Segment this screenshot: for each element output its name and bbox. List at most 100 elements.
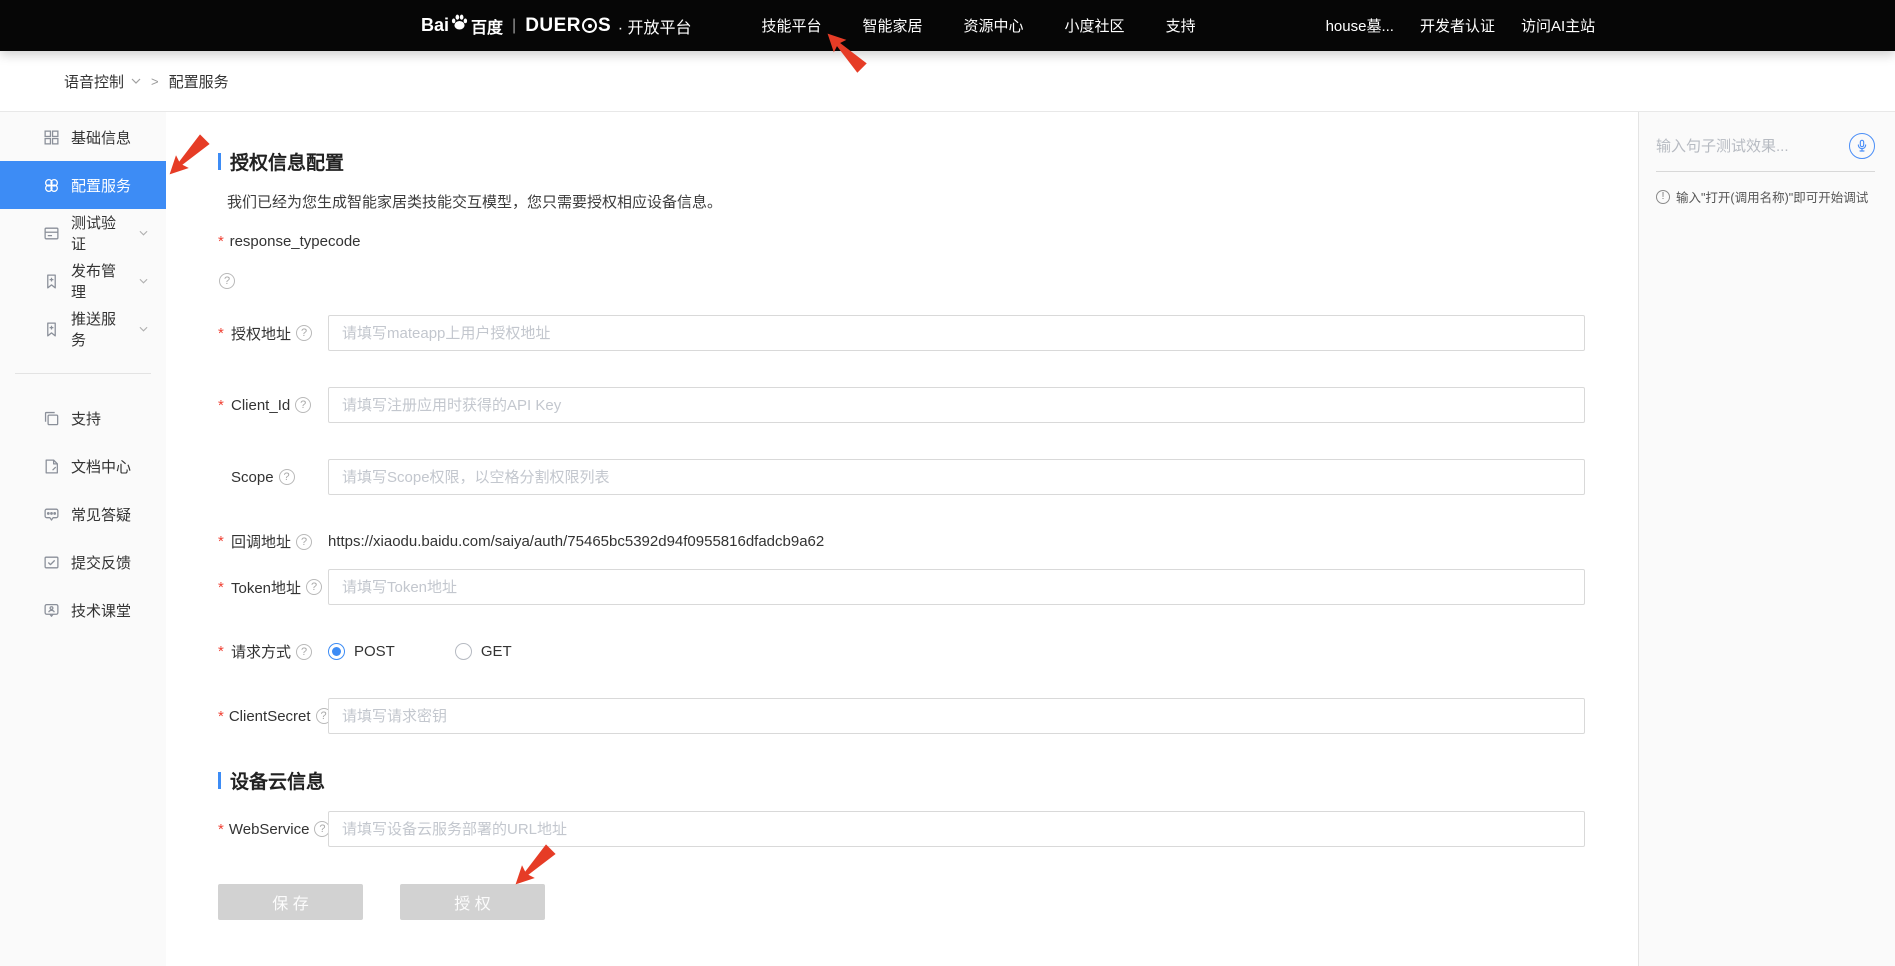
- breadcrumb-skill-name: 语音控制: [64, 71, 124, 92]
- sidebar-item-label: 配置服务: [71, 175, 131, 196]
- visit-ai-site-link[interactable]: 访问AI主站: [1521, 15, 1595, 36]
- field-label: 请求方式: [231, 641, 291, 662]
- top-right-group: house墓... 开发者认证 访问AI主站: [1326, 15, 1596, 36]
- chat-dots-icon: [43, 506, 60, 523]
- sidebar-item-publish-manage[interactable]: 发布管理: [0, 257, 166, 305]
- classroom-icon: [43, 602, 60, 619]
- nav-item-xiaodu-community[interactable]: 小度社区: [1055, 0, 1135, 51]
- device-section-title: 设备云信息: [230, 767, 325, 794]
- test-sentence-input[interactable]: [1656, 138, 1841, 155]
- chevron-down-icon: [139, 326, 148, 332]
- sidebar-item-basic-info[interactable]: 基础信息: [0, 113, 166, 161]
- webservice-input[interactable]: [328, 811, 1585, 847]
- edit-check-icon: [43, 554, 60, 571]
- radio-label: GET: [481, 643, 512, 660]
- sidebar-item-test-verify[interactable]: 测试验证: [0, 209, 166, 257]
- sidebar-item-label: 基础信息: [71, 127, 131, 148]
- nav-item-support[interactable]: 支持: [1156, 0, 1206, 51]
- help-icon[interactable]: [296, 534, 312, 550]
- required-marker: [218, 708, 224, 725]
- sidebar-item-tech-class[interactable]: 技术课堂: [0, 586, 166, 634]
- nav-item-skill-platform[interactable]: 技能平台: [752, 0, 832, 51]
- mic-button[interactable]: [1849, 133, 1875, 159]
- breadcrumb: 语音控制 > 配置服务: [0, 51, 1895, 112]
- help-icon[interactable]: [295, 397, 311, 413]
- radio-option-post[interactable]: POST: [328, 643, 395, 660]
- auth-section-header: 授权信息配置: [218, 148, 1585, 175]
- required-marker: [218, 233, 225, 250]
- sidebar-item-label: 常见答疑: [71, 504, 131, 525]
- help-icon[interactable]: [279, 469, 295, 485]
- help-icon[interactable]: [296, 325, 312, 341]
- test-tip: 输入"打开(调用名称)"即可开始调试: [1656, 187, 1875, 206]
- authorize-button[interactable]: 授 权: [400, 884, 545, 920]
- clover-icon: [43, 177, 60, 194]
- document-icon: [43, 458, 60, 475]
- field-label: ClientSecret: [229, 708, 311, 725]
- top-nav-menu: 技能平台 智能家居 资源中心 小度社区 支持: [752, 0, 1206, 51]
- field-label: 回调地址: [231, 531, 291, 552]
- client-secret-input[interactable]: [328, 698, 1585, 734]
- field-row-response-type: response_type code: [218, 233, 1585, 250]
- dueros-logo-text: DUER: [525, 15, 581, 37]
- client-id-input[interactable]: [328, 387, 1585, 423]
- sidebar-item-faq[interactable]: 常见答疑: [0, 490, 166, 538]
- scope-input[interactable]: [328, 459, 1585, 495]
- test-tip-text: 输入"打开(调用名称)"即可开始调试: [1676, 187, 1868, 206]
- device-section-header: 设备云信息: [218, 767, 1585, 794]
- radio-selected-icon[interactable]: [328, 643, 345, 660]
- required-marker: [218, 643, 226, 660]
- field-label: Token地址: [231, 577, 301, 598]
- required-marker: [218, 579, 226, 596]
- baidu-logo-cn: 百度: [471, 14, 503, 38]
- sidebar: 基础信息 配置服务 测试验证 发布管理 推送服务 支持 文档中心: [0, 112, 166, 966]
- help-icon[interactable]: [306, 579, 322, 595]
- radio-unselected-icon[interactable]: [455, 643, 472, 660]
- sidebar-item-label: 提交反馈: [71, 552, 131, 573]
- sidebar-item-push-service[interactable]: 推送服务: [0, 305, 166, 353]
- field-label: Scope: [231, 469, 274, 486]
- dueros-o-icon: [582, 18, 597, 33]
- baidu-dueros-logo[interactable]: Bai 百度 | DUER S · 开放平台: [421, 13, 692, 38]
- breadcrumb-separator: >: [151, 74, 159, 89]
- breadcrumb-skill-menu[interactable]: 语音控制: [64, 71, 141, 92]
- field-label: response_type: [230, 233, 328, 250]
- chevron-down-icon: [131, 78, 141, 84]
- section-accent-bar: [218, 153, 221, 170]
- auth-section-desc: 我们已经为您生成智能家居类技能交互模型，您只需要授权相应设备信息。: [227, 191, 1585, 212]
- sidebar-item-feedback[interactable]: 提交反馈: [0, 538, 166, 586]
- sidebar-item-label: 文档中心: [71, 456, 131, 477]
- sidebar-item-doc-center[interactable]: 文档中心: [0, 442, 166, 490]
- token-url-input[interactable]: [328, 569, 1585, 605]
- save-button[interactable]: 保 存: [218, 884, 363, 920]
- auth-section-title: 授权信息配置: [230, 148, 344, 175]
- brand-divider: |: [512, 17, 516, 35]
- radio-option-get[interactable]: GET: [455, 643, 512, 660]
- field-row-scope: Scope: [218, 459, 1585, 495]
- card-icon: [43, 225, 60, 242]
- breadcrumb-current: 配置服务: [169, 71, 229, 92]
- sidebar-item-label: 发布管理: [71, 260, 128, 302]
- nav-item-resource-center[interactable]: 资源中心: [954, 0, 1034, 51]
- sidebar-item-label: 推送服务: [71, 308, 128, 350]
- field-row-auth-url: 授权地址: [218, 315, 1585, 351]
- bookmark-plus-icon: [43, 273, 60, 290]
- response-type-value: code: [328, 233, 361, 250]
- user-menu[interactable]: house墓...: [1326, 15, 1394, 36]
- sidebar-item-config-service[interactable]: 配置服务: [0, 161, 166, 209]
- form-actions: 保 存 授 权: [218, 884, 1585, 920]
- sidebar-item-label: 测试验证: [71, 212, 128, 254]
- nav-item-smart-home[interactable]: 智能家居: [853, 0, 933, 51]
- field-row-webservice: WebService: [218, 811, 1585, 847]
- test-panel: 输入"打开(调用名称)"即可开始调试: [1638, 112, 1895, 966]
- help-icon[interactable]: [296, 644, 312, 660]
- config-form-panel: 授权信息配置 我们已经为您生成智能家居类技能交互模型，您只需要授权相应设备信息。…: [166, 112, 1638, 966]
- help-icon[interactable]: [219, 273, 235, 289]
- platform-label: · 开放平台: [618, 14, 692, 38]
- sidebar-item-support[interactable]: 支持: [0, 394, 166, 442]
- info-icon: [1656, 190, 1670, 204]
- auth-url-input[interactable]: [328, 315, 1585, 351]
- developer-cert-link[interactable]: 开发者认证: [1420, 15, 1495, 36]
- callback-url-value: https://xiaodu.baidu.com/saiya/auth/7546…: [328, 533, 824, 550]
- sidebar-divider: [15, 373, 151, 374]
